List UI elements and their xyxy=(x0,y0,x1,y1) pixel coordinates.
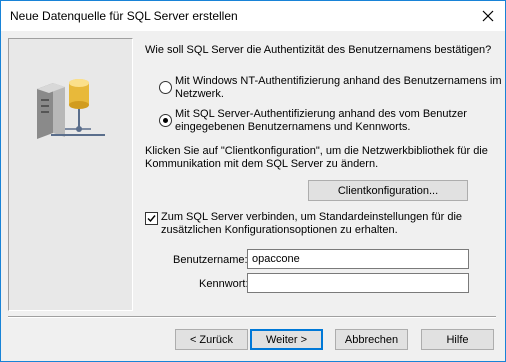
radio-sql-line2: eingegebenen Benutzernamens und Kennwort… xyxy=(175,121,411,133)
connect-line1: Zum SQL Server verbinden, um Standardein… xyxy=(161,211,463,223)
title-bar: Neue Datenquelle für SQL Server erstelle… xyxy=(1,1,505,31)
close-button[interactable] xyxy=(471,1,505,31)
radio-nt-line2: Netzwerk. xyxy=(175,88,224,100)
wizard-image-panel xyxy=(8,38,133,311)
client-config-button[interactable]: Clientkonfiguration... xyxy=(308,180,468,201)
close-icon xyxy=(482,10,494,22)
password-label: Kennwort: xyxy=(199,278,249,290)
connect-checkbox-label[interactable]: Zum SQL Server verbinden, um Standardein… xyxy=(161,211,462,237)
radio-nt-auth-label[interactable]: Mit Windows NT-Authentifizierung anhand … xyxy=(175,75,502,101)
client-info-line2: Kommunikation mit dem SQL Server zu ände… xyxy=(145,158,379,170)
radio-sql-auth[interactable] xyxy=(159,114,172,127)
next-button[interactable]: Weiter > xyxy=(250,329,323,350)
client-config-info: Klicken Sie auf "Clientkonfiguration", u… xyxy=(145,145,488,171)
connect-line2: zusätzlichen Konfigurationsoptionen zu e… xyxy=(161,224,398,236)
radio-sql-line1: Mit SQL Server-Authentifizierung anhand … xyxy=(175,108,467,120)
back-button[interactable]: < Zurück xyxy=(175,329,248,350)
checkmark-icon xyxy=(147,215,156,223)
radio-selected-dot xyxy=(163,118,168,123)
help-button[interactable]: Hilfe xyxy=(421,329,494,350)
connect-checkbox[interactable] xyxy=(145,212,158,225)
radio-sql-auth-label[interactable]: Mit SQL Server-Authentifizierung anhand … xyxy=(175,108,467,134)
radio-nt-auth[interactable] xyxy=(159,81,172,94)
auth-question: Wie soll SQL Server die Authentizität de… xyxy=(145,44,492,56)
username-input[interactable]: opaccone xyxy=(247,249,469,269)
username-label: Benutzername: xyxy=(173,254,248,266)
separator xyxy=(8,316,496,318)
server-database-icon xyxy=(37,79,105,139)
radio-nt-line1: Mit Windows NT-Authentifizierung anhand … xyxy=(175,75,502,87)
window-title: Neue Datenquelle für SQL Server erstelle… xyxy=(10,9,238,23)
cancel-button[interactable]: Abbrechen xyxy=(335,329,408,350)
password-input[interactable] xyxy=(247,273,469,293)
client-info-line1: Klicken Sie auf "Clientkonfiguration", u… xyxy=(145,145,488,157)
